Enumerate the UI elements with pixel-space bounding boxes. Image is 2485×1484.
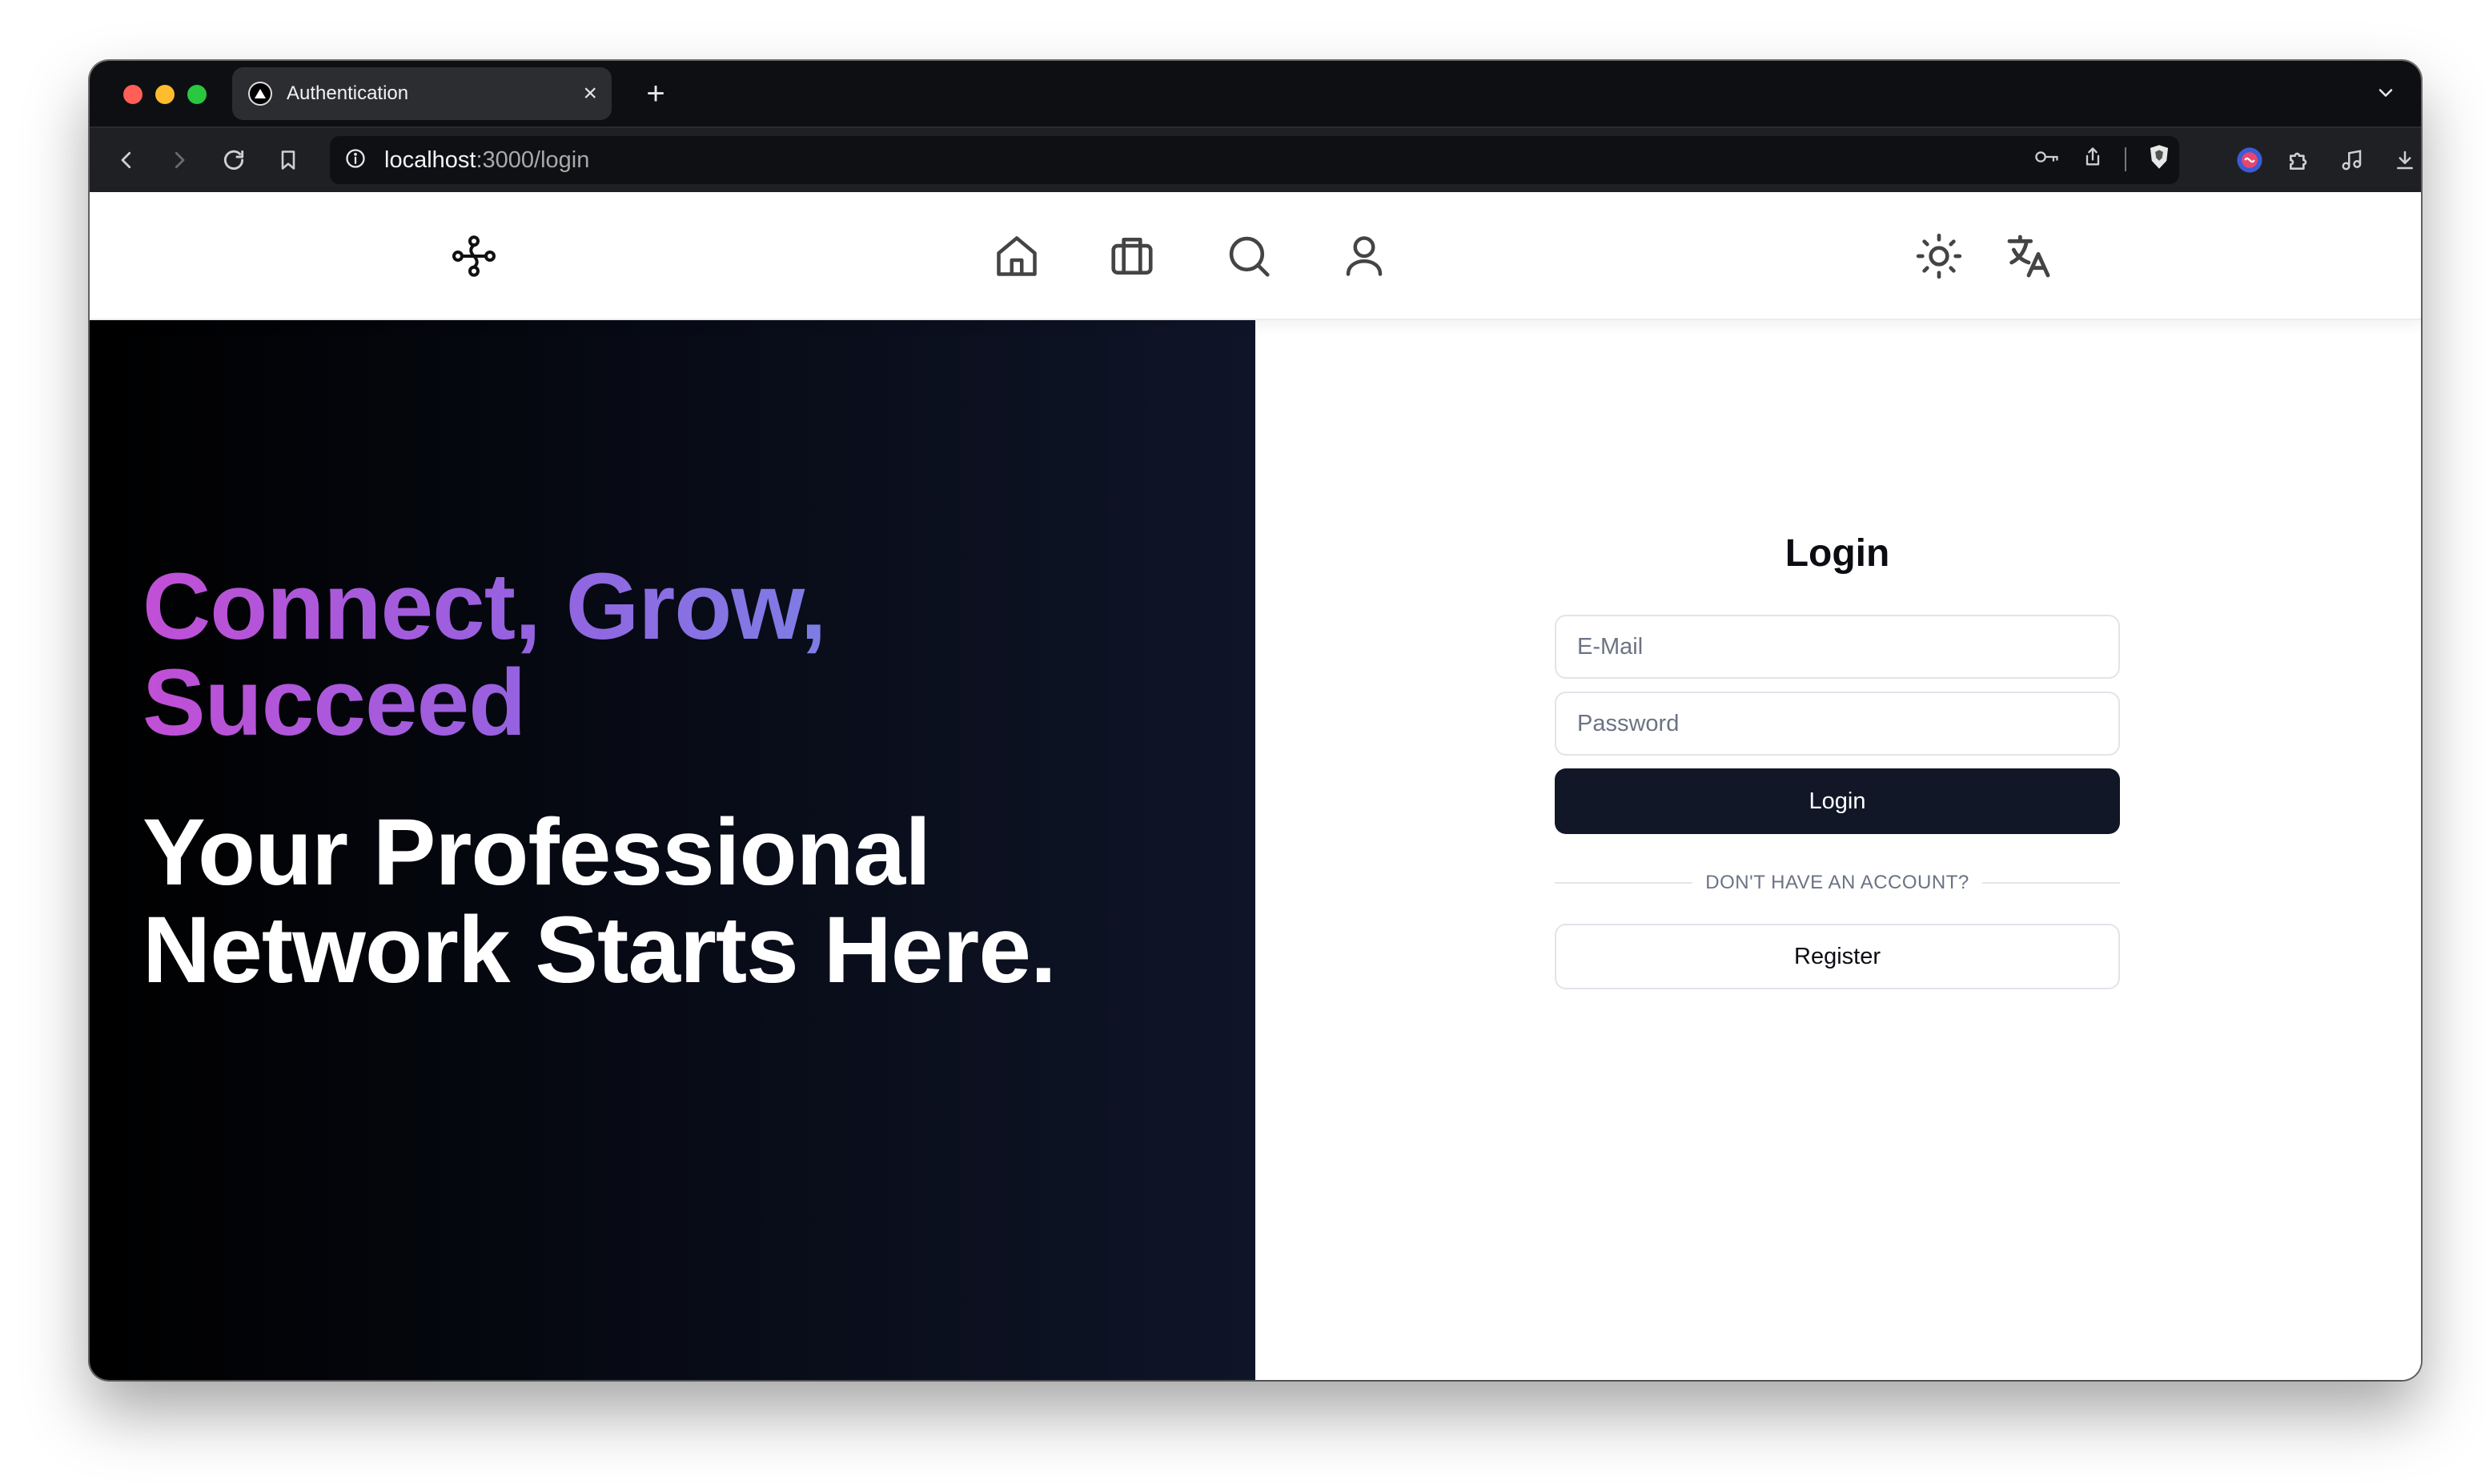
login-button[interactable]: Login <box>1555 768 2120 834</box>
tab-title: Authentication <box>287 82 409 104</box>
favicon-icon <box>248 82 272 106</box>
register-button[interactable]: Register <box>1555 924 2120 989</box>
briefcase-icon[interactable] <box>1106 231 1158 282</box>
site-info-icon[interactable] <box>344 147 367 174</box>
minimize-window-button[interactable] <box>155 85 175 104</box>
divider-text: DON'T HAVE AN ACCOUNT? <box>1705 872 1969 893</box>
search-icon[interactable] <box>1223 231 1275 282</box>
tab-close-icon[interactable]: × <box>583 82 597 106</box>
reload-icon[interactable] <box>218 144 250 176</box>
key-icon[interactable] <box>2033 145 2061 173</box>
vpn-extension-icon[interactable] <box>2234 144 2266 176</box>
media-icon[interactable] <box>2336 144 2368 176</box>
hero-tagline: Connect, Grow, Succeed <box>143 559 1023 751</box>
maximize-window-button[interactable] <box>187 85 207 104</box>
url-text: localhost:3000/login <box>384 147 589 174</box>
back-icon[interactable] <box>110 144 143 176</box>
divider-line <box>1981 882 2121 884</box>
new-tab-button[interactable]: + <box>634 72 677 115</box>
login-title: Login <box>1784 532 1890 575</box>
tab-strip: Authentication × + <box>90 61 2421 126</box>
hero-headline: Your Professional Network Starts Here. <box>143 800 1057 1003</box>
network-logo-icon[interactable] <box>448 231 500 282</box>
browser-window: Authentication × + localhost:3000/login <box>90 61 2421 1380</box>
browser-toolbar: localhost:3000/login <box>90 126 2421 192</box>
url-host: localhost <box>384 146 476 173</box>
toolbar-separator <box>2125 146 2126 171</box>
login-form: Login Login DON'T HAVE AN ACCOUNT? Regis… <box>1555 530 2121 989</box>
url-path: :3000/login <box>476 146 590 173</box>
tab-list-chevron-icon[interactable] <box>2375 82 2397 108</box>
sun-icon[interactable] <box>1913 231 1965 282</box>
bookmark-icon[interactable] <box>272 144 304 176</box>
forward-icon[interactable] <box>163 144 195 176</box>
browser-tab-active[interactable]: Authentication × <box>232 67 612 120</box>
brave-shield-icon[interactable] <box>2147 144 2171 174</box>
address-bar[interactable]: localhost:3000/login <box>330 136 2179 184</box>
hero-section: Connect, Grow, Succeed Your Professional… <box>90 320 1255 1380</box>
app-navbar <box>90 192 2421 320</box>
translate-icon[interactable] <box>2003 231 2054 282</box>
account-divider: DON'T HAVE AN ACCOUNT? <box>1555 871 2121 895</box>
home-icon[interactable] <box>991 231 1042 282</box>
user-icon[interactable] <box>1339 231 1390 282</box>
password-input[interactable] <box>1555 692 2120 756</box>
close-window-button[interactable] <box>123 85 143 104</box>
downloads-icon[interactable] <box>2389 144 2421 176</box>
share-icon[interactable] <box>2082 145 2104 173</box>
divider-line <box>1555 882 1693 884</box>
address-bar-actions <box>2033 144 2171 174</box>
login-panel: Login Login DON'T HAVE AN ACCOUNT? Regis… <box>1255 320 2421 1380</box>
extensions-icon[interactable] <box>2283 144 2315 176</box>
email-input[interactable] <box>1555 615 2120 679</box>
